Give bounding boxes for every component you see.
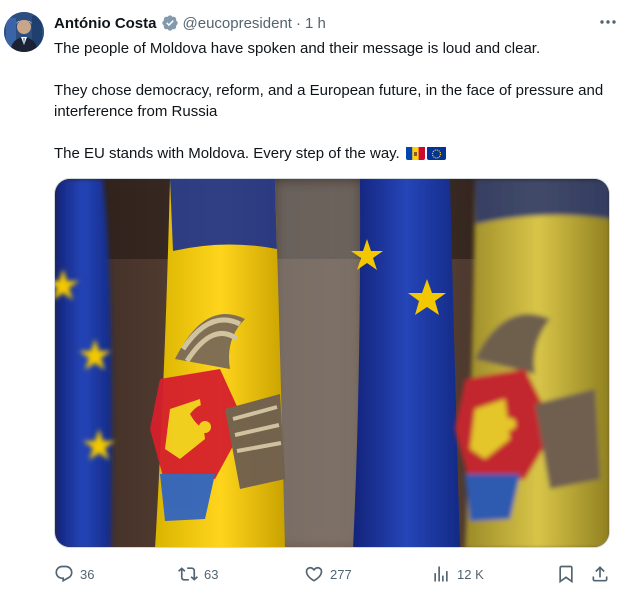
- more-options-icon[interactable]: [598, 14, 618, 30]
- views-button[interactable]: 12 K: [431, 562, 484, 586]
- tweet[interactable]: António Costa @eucopresident · 1 h The p…: [0, 0, 640, 607]
- timestamp[interactable]: 1 h: [305, 15, 326, 32]
- moldova-flag-icon: [405, 146, 425, 160]
- tweet-text: The people of Moldova have spoken and th…: [54, 38, 614, 164]
- repost-icon: [178, 567, 198, 581]
- tweet-header: António Costa @eucopresident · 1 h: [54, 12, 326, 34]
- share-icon: [592, 566, 608, 582]
- reply-button[interactable]: 36: [54, 562, 94, 586]
- like-count: 277: [330, 566, 352, 582]
- author-name[interactable]: António Costa: [54, 15, 157, 32]
- bookmark-button[interactable]: [556, 562, 576, 586]
- action-bar: 36 63 277 12 K: [54, 562, 616, 586]
- bookmark-icon: [559, 565, 573, 584]
- views-chart-icon: [434, 566, 448, 582]
- tweet-photo[interactable]: [54, 178, 610, 548]
- separator-dot: ·: [295, 14, 301, 32]
- tweet-paragraph-3-text: The EU stands with Moldova. Every step o…: [54, 145, 400, 162]
- author-handle[interactable]: @eucopresident: [183, 15, 292, 32]
- avatar[interactable]: [4, 12, 44, 52]
- tweet-paragraph-1: The people of Moldova have spoken and th…: [54, 40, 541, 57]
- views-count: 12 K: [457, 566, 484, 582]
- like-button[interactable]: 277: [304, 562, 352, 586]
- verified-badge-icon: [161, 14, 179, 32]
- reply-count: 36: [80, 566, 95, 582]
- reply-icon: [55, 565, 73, 583]
- repost-count: 63: [204, 566, 219, 582]
- heart-icon: [305, 566, 323, 582]
- eu-flag-icon: [426, 146, 446, 160]
- share-button[interactable]: [590, 562, 610, 586]
- tweet-paragraph-3: The EU stands with Moldova. Every step o…: [54, 143, 614, 164]
- tweet-paragraph-2: They chose democracy, reform, and a Euro…: [54, 82, 604, 120]
- repost-button[interactable]: 63: [178, 562, 218, 586]
